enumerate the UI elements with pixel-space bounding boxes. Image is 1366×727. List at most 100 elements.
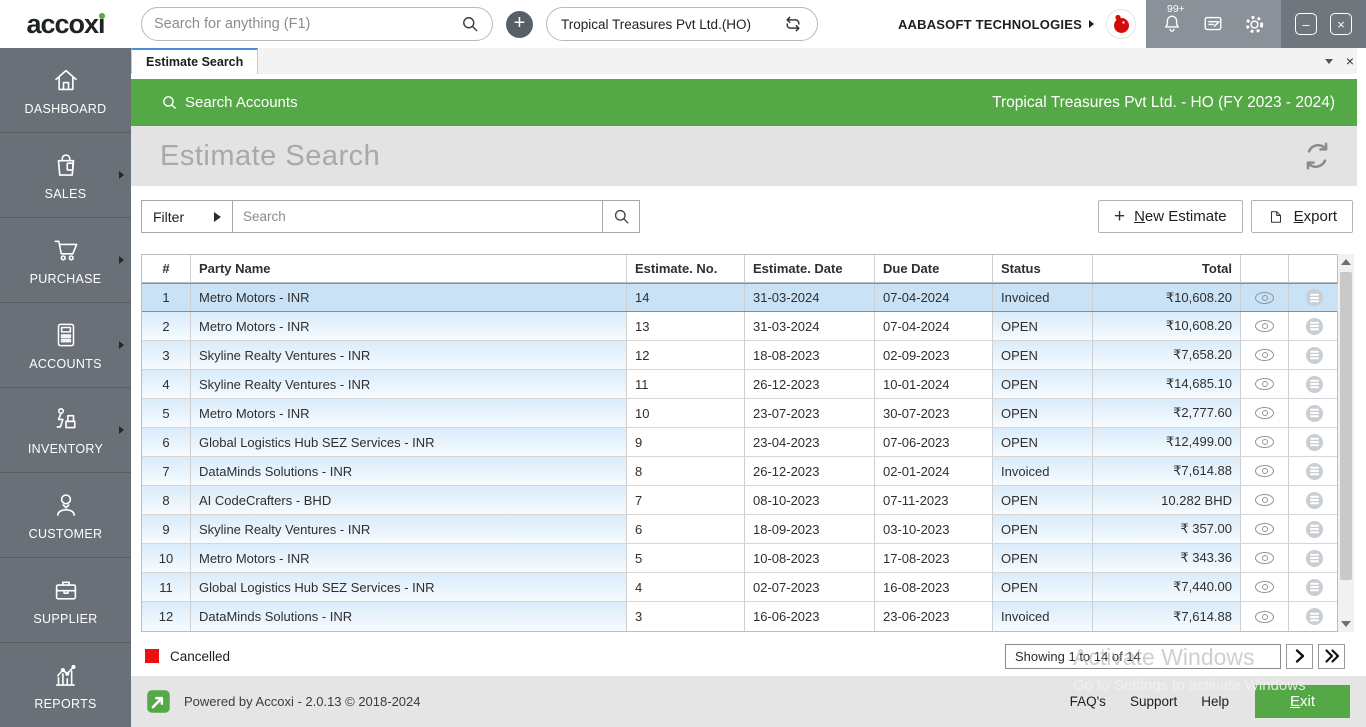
refresh-icon[interactable] xyxy=(1301,140,1333,172)
row-menu-button[interactable] xyxy=(1289,602,1339,631)
new-estimate-button[interactable]: + New Estimate xyxy=(1097,200,1243,233)
row-menu-button[interactable] xyxy=(1289,399,1339,427)
row-menu-button[interactable] xyxy=(1289,284,1339,311)
sidebar-item-purchase[interactable]: PURCHASE xyxy=(0,218,131,303)
scroll-up-icon[interactable] xyxy=(1341,259,1351,265)
row-menu-button[interactable] xyxy=(1289,428,1339,456)
sidebar-label: SUPPLIER xyxy=(33,611,98,626)
row-menu-icon xyxy=(1305,375,1323,393)
scrollbar-thumb[interactable] xyxy=(1340,272,1352,580)
table-row[interactable]: 5 Metro Motors - INR 10 23-07-2023 30-07-202… xyxy=(142,399,1337,428)
message-icon[interactable] xyxy=(1202,13,1224,35)
col-header-total[interactable]: Total xyxy=(1093,255,1241,282)
user-avatar[interactable] xyxy=(1106,9,1136,39)
total-cell: ₹14,685.10 xyxy=(1093,370,1241,398)
tab-list-dropdown-icon[interactable] xyxy=(1324,58,1333,64)
table-row[interactable]: 3 Skyline Realty Ventures - INR 12 18-08-20… xyxy=(142,341,1337,370)
close-button[interactable]: × xyxy=(1330,13,1352,35)
search-accounts[interactable]: Search Accounts xyxy=(161,94,298,111)
view-estimate-button[interactable] xyxy=(1241,284,1289,311)
filter-search-button[interactable] xyxy=(603,200,640,233)
faqs-link[interactable]: FAQ's xyxy=(1070,694,1106,709)
row-menu-button[interactable] xyxy=(1289,515,1339,543)
next-page-button[interactable] xyxy=(1286,643,1313,669)
sidebar-item-sales[interactable]: SALES xyxy=(0,133,131,218)
view-estimate-button[interactable] xyxy=(1241,370,1289,398)
sidebar-label: REPORTS xyxy=(34,696,97,711)
switch-company-icon[interactable] xyxy=(783,14,803,34)
total-cell: ₹10,608.20 xyxy=(1093,284,1241,311)
table-row[interactable]: 4 Skyline Realty Ventures - INR 11 26-12-20… xyxy=(142,370,1337,399)
row-menu-icon xyxy=(1305,289,1323,306)
quick-add-button[interactable]: + xyxy=(506,10,533,38)
row-number: 10 xyxy=(142,544,191,572)
row-number: 7 xyxy=(142,457,191,485)
chart-icon xyxy=(55,664,76,686)
eye-icon xyxy=(1255,320,1274,332)
row-menu-icon xyxy=(1305,608,1323,625)
table-row[interactable]: 2 Metro Motors - INR 13 31-03-2024 07-04-202… xyxy=(142,312,1337,341)
row-menu-button[interactable] xyxy=(1289,573,1339,601)
sidebar-item-supplier[interactable]: SUPPLIER xyxy=(0,558,131,643)
eye-icon xyxy=(1255,581,1274,593)
filter-dropdown[interactable]: Filter xyxy=(141,200,233,233)
main-panel: Filter + xyxy=(131,186,1357,676)
row-menu-button[interactable] xyxy=(1289,370,1339,398)
view-estimate-button[interactable] xyxy=(1241,312,1289,340)
table-row[interactable]: 1 Metro Motors - INR 14 31-03-2024 07-04-202… xyxy=(142,283,1339,312)
table-row[interactable]: 9 Skyline Realty Ventures - INR 6 18-09-202… xyxy=(142,515,1337,544)
export-button[interactable]: Export xyxy=(1250,200,1353,233)
view-estimate-button[interactable] xyxy=(1241,486,1289,514)
scroll-down-icon[interactable] xyxy=(1341,621,1351,627)
row-menu-button[interactable] xyxy=(1289,341,1339,369)
row-menu-button[interactable] xyxy=(1289,544,1339,572)
col-header-status[interactable]: Status xyxy=(993,255,1093,282)
company-selector[interactable]: Tropical Treasures Pvt Ltd.(HO) xyxy=(546,7,818,41)
col-header-estimate-no[interactable]: Estimate. No. xyxy=(627,255,745,282)
view-estimate-button[interactable] xyxy=(1241,457,1289,485)
filter-search-input[interactable] xyxy=(233,200,603,233)
table-row[interactable]: 10 Metro Motors - INR 5 10-08-2023 17-08-202… xyxy=(142,544,1337,573)
global-search[interactable] xyxy=(141,7,493,41)
table-row[interactable]: 7 DataMinds Solutions - INR 8 26-12-2023 02-… xyxy=(142,457,1337,486)
view-estimate-button[interactable] xyxy=(1241,544,1289,572)
view-estimate-button[interactable] xyxy=(1241,602,1289,631)
view-estimate-button[interactable] xyxy=(1241,399,1289,427)
col-header-estimate-date[interactable]: Estimate. Date xyxy=(745,255,875,282)
global-search-input[interactable] xyxy=(154,16,460,32)
view-estimate-button[interactable] xyxy=(1241,428,1289,456)
due-date-cell: 16-08-2023 xyxy=(875,573,993,601)
sidebar-item-reports[interactable]: REPORTS xyxy=(0,643,131,727)
row-menu-button[interactable] xyxy=(1289,486,1339,514)
col-header-number[interactable]: # xyxy=(142,255,191,282)
col-header-party-name[interactable]: Party Name xyxy=(191,255,627,282)
view-estimate-button[interactable] xyxy=(1241,341,1289,369)
sidebar-item-inventory[interactable]: INVENTORY xyxy=(0,388,131,473)
view-estimate-button[interactable] xyxy=(1241,515,1289,543)
settings-gear-icon[interactable] xyxy=(1243,13,1266,36)
shopping-bag-icon xyxy=(57,153,74,176)
help-link[interactable]: Help xyxy=(1201,694,1229,709)
table-scrollbar[interactable] xyxy=(1338,254,1354,632)
table-row[interactable]: 8 AI CodeCrafters - BHD 7 08-10-2023 07-11-2… xyxy=(142,486,1337,515)
account-name[interactable]: AABASOFT TECHNOLOGIES xyxy=(898,17,1082,32)
support-link[interactable]: Support xyxy=(1130,694,1177,709)
export-label: Export xyxy=(1293,208,1337,225)
sidebar-item-accounts[interactable]: ACCOUNTS xyxy=(0,303,131,388)
table-row[interactable]: 12 DataMinds Solutions - INR 3 16-06-2023 23… xyxy=(142,602,1337,631)
sidebar-item-dashboard[interactable]: DASHBOARD xyxy=(0,48,131,133)
tab-close-icon[interactable]: × xyxy=(1346,54,1354,68)
row-menu-button[interactable] xyxy=(1289,312,1339,340)
sidebar-item-customer[interactable]: CUSTOMER xyxy=(0,473,131,558)
minimize-button[interactable]: – xyxy=(1295,13,1317,35)
table-row[interactable]: 11 Global Logistics Hub SEZ Services - IN… xyxy=(142,573,1337,602)
row-menu-button[interactable] xyxy=(1289,457,1339,485)
due-date-cell: 07-06-2023 xyxy=(875,428,993,456)
view-estimate-button[interactable] xyxy=(1241,573,1289,601)
tab-estimate-search[interactable]: Estimate Search xyxy=(131,48,259,74)
col-header-due-date[interactable]: Due Date xyxy=(875,255,993,282)
last-page-button[interactable] xyxy=(1318,643,1345,669)
bell-icon[interactable] xyxy=(1161,13,1183,35)
exit-button[interactable]: Exit xyxy=(1255,685,1350,718)
table-row[interactable]: 6 Global Logistics Hub SEZ Services - INR… xyxy=(142,428,1337,457)
